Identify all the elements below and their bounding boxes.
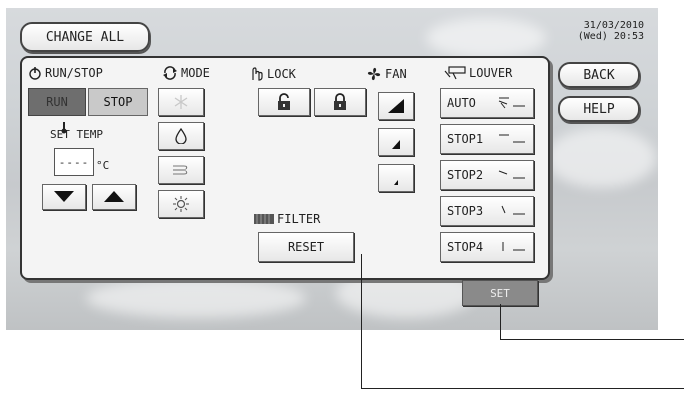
fan-propeller-icon [367, 67, 381, 81]
lock-button[interactable] [314, 88, 366, 116]
louver-header: LOUVER [444, 66, 512, 80]
filter-icon [254, 214, 274, 224]
lock-title: LOCK [267, 67, 296, 81]
run-stop-header: RUN/STOP [28, 66, 103, 80]
leader-line-set-horizontal [500, 339, 684, 340]
help-label: HELP [583, 101, 615, 117]
louver-stop2-icon [498, 170, 525, 179]
figure: CHANGE ALL 31/03/2010 (Wed) 20:53 BACK H… [0, 0, 684, 404]
mode-fan-button[interactable] [158, 156, 204, 184]
louver-stop2-button[interactable]: STOP2 [440, 160, 534, 190]
fan-low-button[interactable] [378, 164, 414, 192]
back-label: BACK [583, 67, 615, 83]
louver-stop3-label: STOP3 [447, 204, 484, 218]
power-icon [29, 67, 41, 80]
louver-stop1-icon [499, 134, 525, 143]
louver-stop4-label: STOP4 [447, 240, 484, 254]
fan-low-icon [394, 180, 398, 185]
day-time-text: (Wed) 20:53 [577, 31, 644, 42]
date-text: 31/03/2010 [583, 20, 644, 31]
louver-stop4-button[interactable]: STOP4 [440, 232, 534, 262]
louver-stop3-button[interactable]: STOP3 [440, 196, 534, 226]
fan-wind-icon [173, 165, 188, 175]
hand-pointer-icon [252, 67, 263, 81]
temp-display: ---- [54, 148, 94, 176]
leader-line-panel-horizontal [361, 388, 684, 389]
unlock-icon [278, 93, 290, 110]
fan-title: FAN [385, 67, 407, 81]
temp-down-button[interactable] [42, 184, 86, 210]
fan-medium-icon [392, 140, 400, 149]
louver-unit-icon [444, 66, 466, 80]
background-cloud [86, 278, 306, 318]
date-time-display: 31/03/2010 (Wed) 20:53 [564, 20, 644, 42]
fan-high-button[interactable] [378, 92, 414, 120]
triangle-up-icon [104, 191, 124, 202]
lock-icon [334, 93, 346, 110]
louver-stop2-label: STOP2 [447, 168, 484, 182]
lock-header: LOCK [248, 66, 296, 82]
mode-dry-button[interactable] [158, 122, 204, 150]
louver-title: LOUVER [469, 66, 513, 80]
louver-auto-label: AUTO [447, 96, 476, 110]
leader-line-panel [361, 254, 362, 389]
control-panel: RUN/STOP RUN STOP SET TEMP ---- °C MODE … [20, 56, 550, 280]
background-cloud [426, 18, 546, 58]
thermometer-icon [61, 122, 67, 134]
mode-cool-button[interactable] [158, 88, 204, 116]
filter-title: FILTER [277, 212, 321, 226]
louver-auto-button[interactable]: AUTO [440, 88, 534, 118]
snowflake-icon [174, 95, 188, 109]
set-temp-label: SET TEMP [50, 128, 103, 141]
stop-label: STOP [103, 95, 133, 109]
touch-screen: CHANGE ALL 31/03/2010 (Wed) 20:53 BACK H… [6, 8, 658, 330]
filter-header: FILTER [254, 212, 320, 226]
filter-reset-button[interactable]: RESET [258, 232, 354, 262]
run-stop-title: RUN/STOP [45, 66, 103, 80]
set-label: SET [490, 286, 510, 300]
background-cloud [546, 128, 656, 188]
louver-stop3-icon [501, 205, 525, 215]
triangle-down-icon [54, 191, 74, 202]
set-temp-header: SET TEMP [50, 128, 103, 141]
leader-line-set [500, 304, 501, 340]
fan-header: FAN [366, 66, 407, 82]
unlock-button[interactable] [258, 88, 310, 116]
temp-unit: °C [96, 159, 110, 172]
set-button[interactable]: SET [462, 280, 538, 306]
help-button[interactable]: HELP [558, 96, 640, 122]
back-button[interactable]: BACK [558, 62, 640, 88]
filter-reset-label: RESET [287, 240, 325, 254]
louver-stop1-button[interactable]: STOP1 [440, 124, 534, 154]
run-button[interactable]: RUN [28, 88, 86, 116]
louver-stop4-icon [502, 242, 525, 251]
fan-high-icon [388, 99, 404, 113]
mode-heat-button[interactable] [158, 190, 204, 218]
temp-up-button[interactable] [92, 184, 136, 210]
mode-header: MODE [162, 66, 210, 80]
mode-cycle-icon [163, 66, 177, 80]
droplet-icon [175, 128, 187, 144]
louver-auto-icon [498, 97, 525, 109]
change-all-button[interactable]: CHANGE ALL [20, 22, 150, 52]
louver-stop1-label: STOP1 [447, 132, 484, 146]
temp-value: ---- [58, 155, 90, 169]
sun-icon [173, 196, 189, 212]
fan-medium-button[interactable] [378, 128, 414, 156]
run-label: RUN [46, 95, 68, 109]
change-all-label: CHANGE ALL [45, 29, 125, 45]
mode-title: MODE [181, 66, 210, 80]
stop-button[interactable]: STOP [88, 88, 148, 116]
